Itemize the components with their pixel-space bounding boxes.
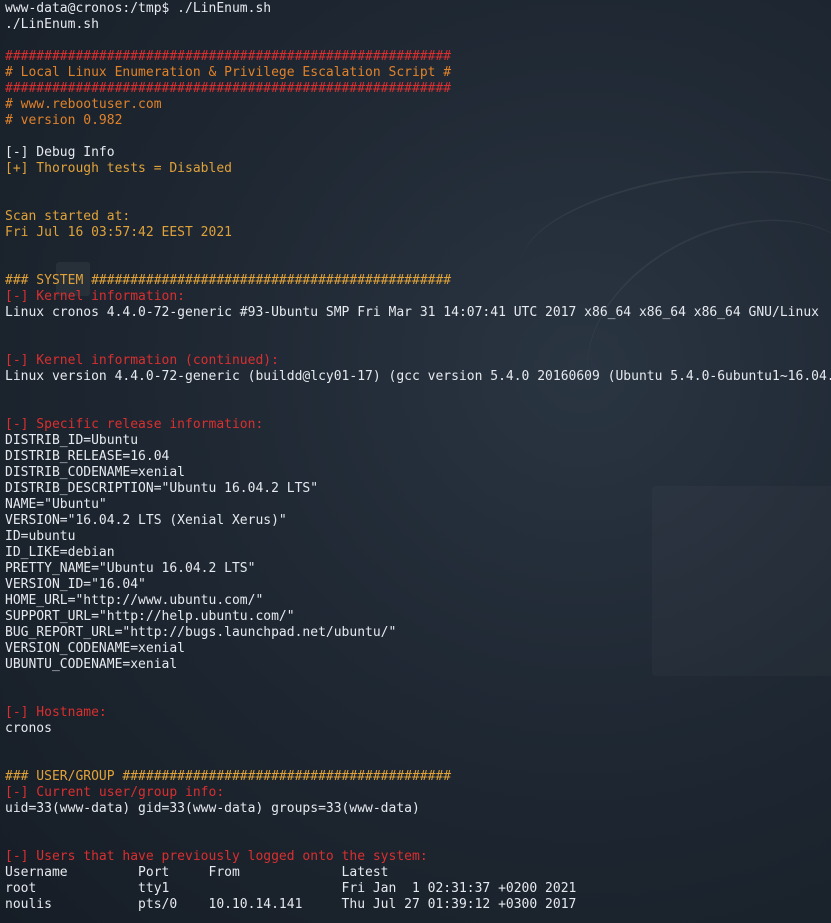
terminal-line: PRETTY_NAME="Ubuntu 16.04.2 LTS" — [5, 561, 256, 576]
terminal-line: DISTRIB_ID=Ubuntu — [5, 433, 139, 448]
terminal-window[interactable]: www-data@cronos:/tmp$ ./LinEnum.sh ./LinE… — [0, 0, 831, 923]
terminal-line: Username Port From Latest — [5, 865, 389, 880]
terminal-line: [-] Current user/group info: — [5, 785, 225, 800]
terminal-line: [-] Users that have previously logged on… — [5, 849, 428, 864]
command-prompt-line: www-data@cronos:/tmp$ ./LinEnum.sh — [5, 1, 272, 16]
terminal-line: ### USER/GROUP #########################… — [5, 769, 452, 784]
terminal-line: # www.rebootuser.com — [5, 97, 162, 112]
terminal-line: VERSION_ID="16.04" — [5, 577, 146, 592]
terminal-line: SUPPORT_URL="http://help.ubuntu.com/" — [5, 609, 295, 624]
terminal-line: [-] Specific release information: — [5, 417, 264, 432]
terminal-line: DISTRIB_RELEASE=16.04 — [5, 449, 170, 464]
terminal-line: ./LinEnum.sh — [5, 17, 99, 32]
terminal-line: VERSION="16.04.2 LTS (Xenial Xerus)" — [5, 513, 287, 528]
terminal-line: Linux version 4.4.0-72-generic (buildd@l… — [5, 369, 831, 384]
terminal-line: ID=ubuntu — [5, 529, 76, 544]
terminal-line: ID_LIKE=debian — [5, 545, 115, 560]
terminal-line: ### SYSTEM #############################… — [5, 273, 452, 288]
terminal-line: ########################################… — [5, 49, 452, 64]
terminal-line: DISTRIB_CODENAME=xenial — [5, 465, 186, 480]
terminal-line: BUG_REPORT_URL="http://bugs.launchpad.ne… — [5, 625, 397, 640]
terminal-output[interactable]: www-data@cronos:/tmp$ ./LinEnum.sh ./LinE… — [5, 1, 831, 913]
terminal-line: # Local Linux Enumeration & Privilege Es… — [5, 65, 452, 80]
terminal-line: Scan started at: — [5, 209, 131, 224]
terminal-line: UBUNTU_CODENAME=xenial — [5, 657, 178, 672]
terminal-line: [-] Kernel information: — [5, 289, 186, 304]
terminal-line: [+] Thorough tests = Disabled — [5, 161, 232, 176]
terminal-line: Fri Jul 16 03:57:42 EEST 2021 — [5, 225, 232, 240]
terminal-line: # version 0.982 — [5, 113, 123, 128]
terminal-line: [-] Debug Info — [5, 145, 115, 160]
terminal-line: [-] Kernel information (continued): — [5, 353, 279, 368]
terminal-line: DISTRIB_DESCRIPTION="Ubuntu 16.04.2 LTS" — [5, 481, 319, 496]
terminal-line: Linux cronos 4.4.0-72-generic #93-Ubuntu… — [5, 305, 819, 320]
terminal-line: root tty1 Fri Jan 1 02:31:37 +0200 2021 — [5, 881, 577, 896]
terminal-line: uid=33(www-data) gid=33(www-data) groups… — [5, 801, 420, 816]
terminal-line: [-] Hostname: — [5, 705, 107, 720]
terminal-line: ########################################… — [5, 81, 452, 96]
terminal-line: noulis pts/0 10.10.14.141 Thu Jul 27 01:… — [5, 897, 577, 912]
terminal-line: HOME_URL="http://www.ubuntu.com/" — [5, 593, 264, 608]
terminal-line: NAME="Ubuntu" — [5, 497, 107, 512]
terminal-line: cronos — [5, 721, 52, 736]
terminal-line: VERSION_CODENAME=xenial — [5, 641, 186, 656]
